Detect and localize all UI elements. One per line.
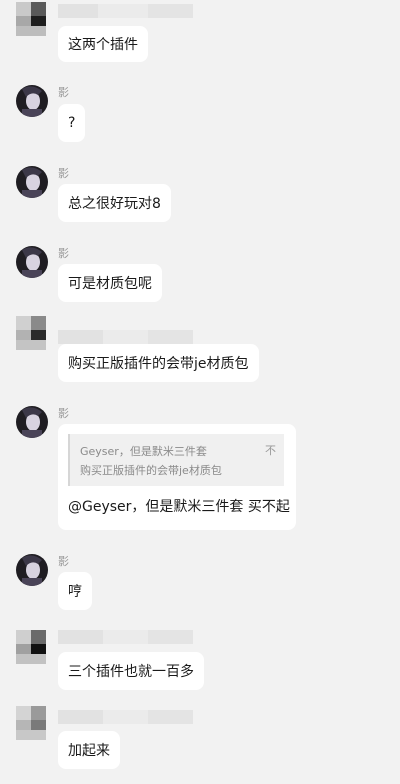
pixelated-avatar[interactable] <box>16 316 46 350</box>
message-bubble[interactable]: 可是材质包呢 <box>58 264 162 302</box>
user-avatar[interactable] <box>16 246 48 278</box>
dark-portrait-avatar-icon <box>16 85 48 117</box>
quote-line-2: 购买正版插件的会带je材质包 <box>80 464 222 477</box>
message-text: @Geyser，但是默米三件套 买不起 <box>68 499 290 515</box>
message-bubble[interactable]: 这两个插件 <box>58 26 148 62</box>
pixelated-sender-name <box>58 4 193 18</box>
user-avatar[interactable] <box>16 85 48 117</box>
sender-name: 影 <box>58 555 69 568</box>
dark-portrait-avatar-icon <box>16 166 48 198</box>
sender-name: 影 <box>58 167 69 180</box>
sender-name: 影 <box>58 407 69 420</box>
user-avatar[interactable] <box>16 554 48 586</box>
quoted-message[interactable]: Geyser，但是默米三件套 购买正版插件的会带je材质包 不 <box>68 434 284 486</box>
message-bubble[interactable]: 总之很好玩对8 <box>58 184 171 222</box>
message-bubble[interactable]: ? <box>58 104 86 142</box>
user-avatar[interactable] <box>16 166 48 198</box>
sender-name: 影 <box>58 247 69 260</box>
pixelated-avatar[interactable] <box>16 2 46 36</box>
pixelated-sender-name <box>58 710 193 724</box>
dark-portrait-avatar-icon <box>16 246 48 278</box>
dark-portrait-avatar-icon <box>16 406 48 438</box>
pixelated-avatar[interactable] <box>16 630 46 664</box>
quote-line-1: Geyser，但是默米三件套 <box>80 445 207 458</box>
pixelated-avatar[interactable] <box>16 706 46 740</box>
quote-close-label: 不 <box>265 444 276 457</box>
pixelated-sender-name <box>58 330 193 344</box>
dark-portrait-avatar-icon <box>16 554 48 586</box>
message-bubble[interactable]: 加起来 <box>58 731 120 769</box>
sender-name: 影 <box>58 86 69 99</box>
message-bubble[interactable]: 哼 <box>58 572 92 610</box>
message-bubble[interactable]: 购买正版插件的会带je材质包 <box>58 344 259 382</box>
user-avatar[interactable] <box>16 406 48 438</box>
pixelated-sender-name <box>58 630 193 644</box>
message-bubble[interactable]: 三个插件也就一百多 <box>58 652 204 690</box>
